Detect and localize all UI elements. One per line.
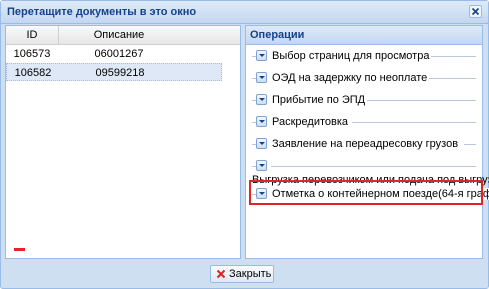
operation-item[interactable]: Прибытие по ЭПД [252,92,476,108]
window-title: Перетащите документы в это окно [7,6,197,18]
operations-panel: Операции Выбор страниц для просмотра ОЭД… [245,25,489,259]
operations-header: Операции [246,26,482,45]
window-titlebar: Перетащите документы в это окно [1,1,488,24]
operation-item[interactable]: Раскредитовка [252,114,476,130]
cell-id: 106582 [14,67,52,79]
cell-id: 106573 [13,48,51,60]
chevron-down-icon[interactable] [256,72,267,83]
operations-title: Операции [250,29,305,41]
chevron-down-icon[interactable] [256,116,267,127]
chevron-down-icon[interactable] [256,138,267,149]
column-header-description[interactable]: Описание [59,26,179,44]
highlight-box [249,180,483,205]
grid-header: ID Описание [6,26,240,45]
table-row[interactable]: 106582 09599218 [6,63,222,81]
remove-icon[interactable] [14,248,25,251]
close-icon [216,269,226,279]
close-icon[interactable] [469,5,482,18]
operation-item[interactable]: Выбор страниц для просмотра [252,48,476,64]
operation-label[interactable]: Выбор страниц для просмотра [272,50,432,62]
documents-grid: ID Описание 106573 06001267 106582 09599… [5,25,241,259]
table-row[interactable]: 106573 06001267 [6,45,222,64]
operation-item[interactable]: Заявление на переадресовку грузов [252,136,476,152]
operation-label[interactable]: Раскредитовка [272,116,351,128]
cell-description: 09599218 [95,67,145,79]
close-button[interactable]: Закрыть [210,265,274,283]
cell-description: 06001267 [94,48,144,60]
chevron-down-icon[interactable] [256,50,267,61]
close-button-label: Закрыть [229,268,272,280]
operation-item[interactable]: ОЭД на задержку по неоплате [252,70,476,86]
operation-label[interactable]: Прибытие по ЭПД [272,94,368,106]
operation-label[interactable]: ОЭД на задержку по неоплате [272,72,430,84]
column-header-id[interactable]: ID [6,26,59,44]
operation-label[interactable]: Заявление на переадресовку грузов [272,138,461,150]
chevron-down-icon[interactable] [256,160,267,171]
chevron-down-icon[interactable] [256,94,267,105]
